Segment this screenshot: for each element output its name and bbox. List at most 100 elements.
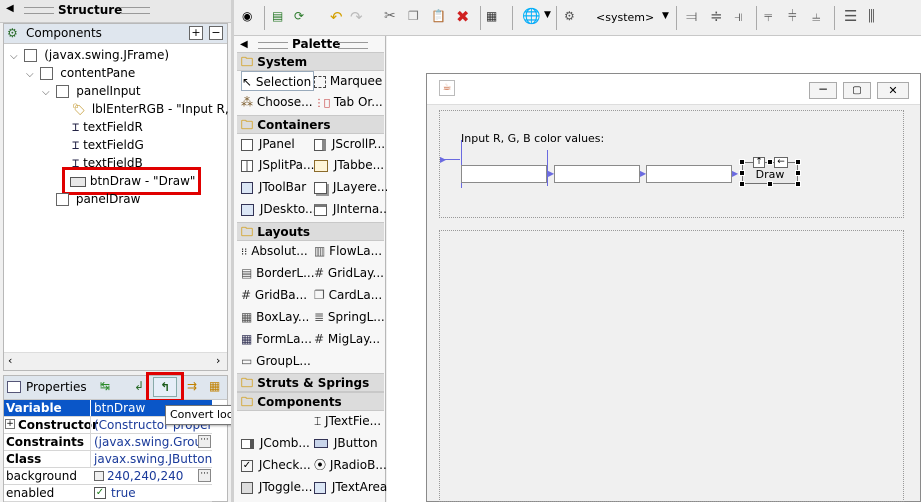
paste-icon[interactable]: 📋 (431, 9, 446, 23)
palette-item-jdesktoppane[interactable]: JDeskto... (241, 199, 316, 219)
palette-item-jinternalframe[interactable]: JInterna... (314, 199, 391, 219)
palette-item-cardlayout[interactable]: ❐ CardLa... (314, 285, 382, 305)
checkbox[interactable]: ✓ (94, 487, 106, 499)
chevron-down-icon[interactable]: ⌵ (10, 51, 18, 62)
palette-item-jradiobutton[interactable]: ⦿ JRadioB... (314, 455, 387, 475)
reparse-icon[interactable]: ▤ (272, 9, 283, 23)
palette-item-jscrollpane[interactable]: JScrollP... (314, 134, 385, 154)
undo-icon[interactable]: ↶ (330, 8, 343, 26)
cut-icon[interactable]: ✂ (384, 8, 396, 24)
scroll-right-icon[interactable]: › (216, 354, 220, 367)
collapse-left-icon[interactable]: ◀ (6, 3, 14, 14)
palette-item-gridbaglayout[interactable]: # GridBa... (241, 285, 307, 305)
refresh-icon[interactable]: ⟳ (294, 9, 304, 23)
collapse-all-icon[interactable]: − (209, 26, 223, 40)
palette-item-marquee[interactable]: Marquee (314, 71, 382, 91)
align-center-icon[interactable]: ≑ (710, 7, 723, 25)
palette-item-jtabbedpane[interactable]: JTabbe... (314, 155, 384, 175)
resize-handle[interactable] (767, 159, 773, 165)
tree-item-textfieldr[interactable]: ⌶ textFieldR (72, 118, 143, 136)
align-left-icon[interactable]: ⫤ (686, 7, 697, 25)
palette-item-jtoolbar[interactable]: JToolBar (241, 177, 306, 197)
tree-item-panelinput[interactable]: ⌵ panelInput (42, 82, 141, 100)
palette-section-containers[interactable]: 🗀 Containers (237, 115, 384, 134)
horizontal-scrollbar[interactable]: ‹ › (4, 352, 227, 370)
prop-value[interactable]: true (108, 485, 188, 501)
space-equally-icon[interactable]: ☰ (844, 7, 857, 25)
palette-item-jtogglebutton[interactable]: JToggle... (241, 477, 312, 497)
palette-section-layouts[interactable]: 🗀 Layouts (237, 222, 384, 241)
palette-item-miglayout[interactable]: # MigLay... (314, 329, 380, 349)
tree-item-lblenterrgb[interactable]: 🏷 lblEnterRGB - "Input R, G, (72, 100, 246, 118)
palette-item-selection[interactable]: ↖ Selection (241, 71, 315, 91)
palette-item-jbutton[interactable]: JButton (314, 433, 378, 453)
center-icon[interactable]: ⫼ (868, 7, 875, 25)
copy-icon[interactable]: ❐ (408, 9, 419, 23)
resize-handle[interactable] (795, 170, 801, 176)
expand-all-icon[interactable]: + (189, 26, 203, 40)
redo-icon[interactable]: ↷ (350, 8, 363, 26)
align-top-icon[interactable]: ⫧ (764, 7, 772, 25)
prop-row-background[interactable]: background 240,240,240 ··· (4, 468, 212, 485)
palette-item-springlayout[interactable]: ≣ SpringL... (314, 307, 385, 327)
palette-item-jsplitpane[interactable]: JSplitPa... (241, 155, 314, 175)
prop-row-constraints[interactable]: Constraints (javax.swing.Grou... ··· (4, 434, 212, 451)
palette-item-borderlayout[interactable]: ▤ BorderL... (241, 263, 315, 283)
anchor-up-icon[interactable]: ↑ (753, 157, 765, 168)
system-dropdown[interactable]: <system> (596, 11, 654, 24)
chevron-down-icon[interactable]: ⌵ (26, 69, 34, 80)
panel-input[interactable] (439, 110, 904, 218)
convert-local-to-field-button[interactable]: ↰ (153, 377, 177, 397)
scroll-left-icon[interactable]: ‹ (8, 354, 12, 367)
palette-item-formlayout[interactable]: ▦ FormLa... (241, 329, 312, 349)
panel-draw[interactable] (439, 230, 904, 502)
prop-value[interactable]: javax.swing.JButton (90, 451, 212, 467)
show-events-icon[interactable]: ↹ (100, 379, 110, 393)
tree-item-contentpane[interactable]: ⌵ contentPane (26, 64, 135, 82)
ellipsis-button[interactable]: ··· (198, 435, 211, 448)
palette-section-struts-springs[interactable]: 🗀 Struts & Springs (237, 373, 384, 392)
anchor-left-icon[interactable]: ← (774, 157, 788, 168)
resize-handle[interactable] (739, 170, 745, 176)
globe-icon[interactable]: 🌐 (522, 7, 541, 25)
tree-item-jframe[interactable]: ⌵ (javax.swing.JFrame) (10, 46, 169, 64)
collapse-palette-icon[interactable]: ◀ (240, 39, 248, 50)
restore-default-icon[interactable]: ▦ (209, 379, 220, 393)
test-gui-icon[interactable]: ◉ (242, 9, 252, 23)
palette-item-jlayeredpane[interactable]: JLayere... (314, 177, 388, 197)
chevron-down-icon[interactable]: ⌵ (42, 87, 50, 98)
prop-value[interactable]: 240,240,240 (104, 468, 196, 484)
resize-handle[interactable] (739, 159, 745, 165)
palette-item-gridlayout[interactable]: # GridLay... (314, 263, 384, 283)
palette-item-jtextfield[interactable]: ⌶ JTextFie... (314, 411, 381, 431)
palette-section-system[interactable]: 🗀 System (237, 52, 384, 71)
palette-item-absolutelayout[interactable]: ⁝⁝ Absolut... (241, 241, 308, 261)
ellipsis-button[interactable]: ··· (198, 469, 211, 482)
resize-handle[interactable] (739, 181, 745, 187)
textfield-b[interactable] (646, 165, 732, 183)
tree-item-btndraw[interactable]: btnDraw - "Draw" (70, 172, 195, 190)
palette-section-components[interactable]: 🗀 Components (237, 392, 384, 411)
tree-item-paneldraw[interactable]: panelDraw (56, 190, 140, 208)
form-icon[interactable]: ▦ (486, 9, 497, 23)
textfield-r[interactable] (461, 165, 547, 183)
close-button[interactable]: ✕ (877, 82, 909, 99)
palette-item-grouplayout[interactable]: ▭ GroupL... (241, 351, 311, 371)
maximize-button[interactable]: ▢ (843, 82, 871, 99)
align-right-icon[interactable]: ⫣ (734, 7, 743, 25)
chevron-down-icon[interactable]: ▼ (544, 10, 551, 20)
chevron-down-icon[interactable]: ▼ (662, 11, 669, 21)
sort-icon[interactable]: ⇉ (187, 379, 197, 393)
prop-row-class[interactable]: Class javax.swing.JButton (4, 451, 212, 468)
palette-item-choose[interactable]: ⁂ Choose... (241, 92, 313, 112)
align-bottom-icon[interactable]: ⫨ (812, 7, 820, 25)
resize-handle[interactable] (795, 159, 801, 165)
resize-handle[interactable] (795, 181, 801, 187)
textfield-g[interactable] (554, 165, 640, 183)
palette-item-jcombobox[interactable]: JComb... (241, 433, 310, 453)
palette-item-jpanel[interactable]: JPanel (241, 134, 295, 154)
label-enter-rgb[interactable]: Input R, G, B color values: (461, 132, 604, 145)
palette-item-jtextarea[interactable]: JTextArea (314, 477, 387, 497)
expand-icon[interactable]: + (5, 419, 15, 429)
prop-row-enabled[interactable]: enabled ✓ true (4, 485, 212, 502)
